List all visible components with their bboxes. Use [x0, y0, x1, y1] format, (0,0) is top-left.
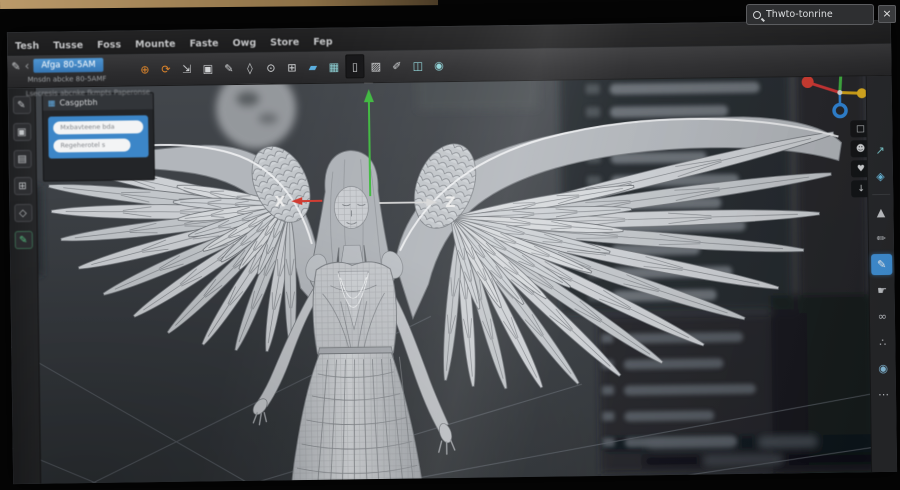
menu-item[interactable]: Tesh: [15, 40, 39, 51]
axis-label-left: X: [274, 194, 285, 210]
desk-edge: [0, 0, 439, 9]
menu-item[interactable]: Fep: [313, 36, 333, 47]
panel-field[interactable]: Regeherotel s: [53, 138, 131, 153]
mode-sublabel: Mnsdn abcke 80-5AMF: [27, 74, 107, 84]
axis-label-right: Z: [445, 195, 455, 211]
frame-tool-icon[interactable]: ▣: [12, 122, 31, 142]
left-tool-rail: ✎ ▣ ▤ ⊞ ◇ ✎: [7, 87, 42, 485]
trash-icon[interactable]: ▯: [345, 54, 365, 79]
tag-tool-icon[interactable]: ◊: [240, 56, 259, 80]
diamond-tool-icon[interactable]: ◇: [13, 203, 33, 223]
pan-arrow-icon[interactable]: ↗: [869, 140, 890, 161]
mountain-tool-icon[interactable]: ▲: [870, 202, 891, 223]
brush-tool-icon[interactable]: ✏: [871, 228, 892, 249]
move-gizmo-icon[interactable]: ⊞: [13, 176, 32, 196]
scatter-dots-icon[interactable]: ∴: [872, 332, 893, 353]
sphere-icon[interactable]: ◉: [429, 53, 448, 77]
right-tool-rail: ↗ ◈ ▲ ✏ ✎ ☛ ∞ ∴ ◉ ⋯: [865, 75, 898, 473]
menu-item[interactable]: Owg: [232, 37, 256, 48]
pointing-hand-icon[interactable]: ☛: [871, 280, 892, 301]
knife-tool-icon[interactable]: ✐: [387, 54, 406, 78]
wireframe-cube-icon[interactable]: ▦: [324, 54, 343, 78]
layout-tool-icon[interactable]: ▤: [13, 149, 32, 169]
sphere-tool-icon[interactable]: ◉: [873, 358, 894, 379]
left-floating-panel: ▦ Casgptbh Mxbavteene bda Regeherotel s: [41, 92, 155, 182]
panel-icon: ▦: [47, 98, 56, 108]
panel-selection[interactable]: Mxbavteene bda Regeherotel s: [48, 115, 149, 159]
menu-item[interactable]: Tusse: [53, 40, 83, 51]
close-button[interactable]: ×: [878, 5, 896, 23]
menu-item[interactable]: Faste: [189, 38, 218, 49]
rotate-tool-icon[interactable]: ⟳: [156, 57, 175, 81]
search-input[interactable]: [766, 9, 867, 20]
pen-tool-icon[interactable]: ✎: [219, 56, 238, 80]
mode-dropdown[interactable]: Afga 80-5AM: [33, 57, 104, 73]
scale-tool-icon[interactable]: ⇲: [177, 57, 196, 81]
annotate-tool-icon[interactable]: ✎: [14, 230, 33, 250]
divider: [871, 193, 890, 196]
link-tool-icon[interactable]: ∞: [872, 306, 893, 327]
toolbar-icons: ⊕ ⟳ ⇲ ▣ ✎ ◊ ⊙ ⊞ ▰ ▦ ▯ ▨ ✐ ◫ ◉: [135, 53, 448, 81]
cube-stack-icon[interactable]: ◫: [408, 53, 427, 77]
paint-tool-icon-active[interactable]: ✎: [871, 253, 893, 276]
back-chevron-icon[interactable]: ‹: [24, 59, 29, 73]
image-icon[interactable]: ▨: [366, 54, 385, 78]
pen-icon[interactable]: ✎: [11, 60, 20, 73]
search-box[interactable]: [746, 4, 874, 25]
menu-item[interactable]: Store: [270, 37, 299, 48]
duplicate-tool-icon[interactable]: ⊞: [282, 55, 301, 79]
pen-tool-icon[interactable]: ✎: [12, 95, 31, 115]
wire-cube-icon[interactable]: ◈: [870, 166, 891, 187]
frame-tool-icon[interactable]: ▣: [198, 56, 217, 80]
menu-item[interactable]: Foss: [97, 39, 121, 50]
folder-icon[interactable]: ▰: [303, 55, 322, 79]
panel-field[interactable]: Mxbavteene bda: [53, 120, 144, 135]
more-icon[interactable]: ⋯: [873, 384, 894, 405]
application-window: Z X Z: [6, 19, 898, 485]
magnify-tool-icon[interactable]: ⊙: [261, 55, 280, 79]
menu-item[interactable]: Mounte: [135, 38, 176, 50]
panel-title: Casgptbh: [59, 97, 98, 107]
move-tool-icon[interactable]: ⊕: [135, 57, 154, 81]
search-icon: [753, 10, 761, 19]
monitor-photo: ×: [0, 0, 900, 490]
